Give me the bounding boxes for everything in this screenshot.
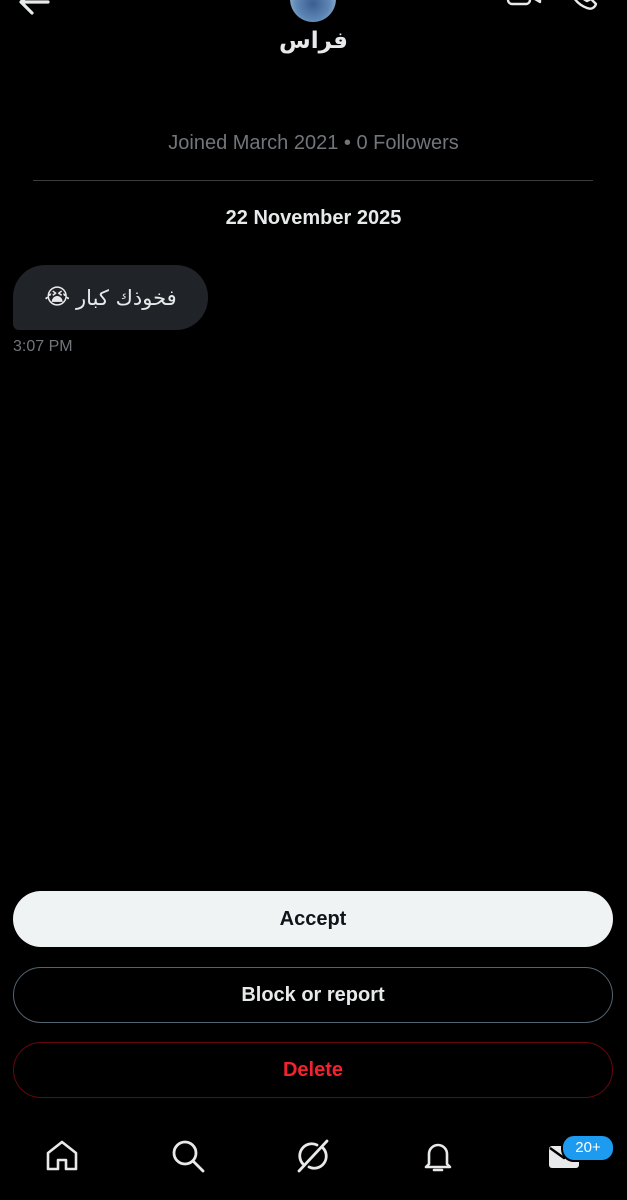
home-icon[interactable] xyxy=(44,1138,80,1174)
grok-icon[interactable] xyxy=(295,1138,331,1174)
crying-emoji-icon: 😭 xyxy=(44,285,71,310)
messages-badge: 20+ xyxy=(561,1134,615,1162)
search-icon[interactable] xyxy=(170,1138,206,1174)
bell-icon[interactable] xyxy=(420,1138,456,1174)
phone-icon[interactable] xyxy=(566,0,598,12)
message-timestamp: 3:07 PM xyxy=(13,338,73,355)
accept-button[interactable]: Accept xyxy=(13,891,613,947)
profile-meta: Joined March 2021 • 0 Followers xyxy=(168,132,459,154)
divider xyxy=(33,180,593,181)
contact-name[interactable]: فراس xyxy=(0,28,627,54)
date-separator: 22 November 2025 xyxy=(225,207,402,229)
video-camera-icon[interactable] xyxy=(506,0,542,10)
back-arrow-icon[interactable] xyxy=(14,0,54,22)
message-text: فخوذك كبار xyxy=(76,285,177,310)
block-or-report-button[interactable]: Block or report xyxy=(13,967,613,1023)
avatar[interactable] xyxy=(290,0,336,22)
delete-button[interactable]: Delete xyxy=(13,1042,613,1098)
message-bubble[interactable]: فخوذك كبار 😭 xyxy=(13,265,208,330)
